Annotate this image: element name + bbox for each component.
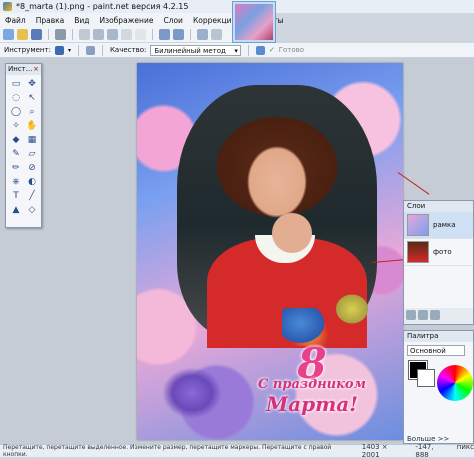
layer-thumbnail: [407, 241, 429, 263]
tools-panel: Инст... × ▭ ✥ ◌ ↖ ◯ ⌕ ✧ ✋ ◆ ▦ ✎ ▱ ✏ ⊘ ⎈ ◐…: [5, 63, 42, 228]
recolor-icon[interactable]: ◐: [26, 176, 38, 188]
shapes-icon[interactable]: ▲: [10, 204, 22, 216]
crop-icon[interactable]: [121, 29, 132, 40]
paintbrush-icon[interactable]: ✎: [10, 148, 22, 160]
separator: [190, 29, 191, 40]
quality-dropdown[interactable]: Билинейный метод: [150, 44, 241, 56]
greeting-text: 8 С праздником Марта!: [222, 343, 402, 417]
check-icon: ✓: [268, 46, 275, 54]
quality-label: Качество:: [109, 46, 147, 54]
clone-stamp-icon[interactable]: ⎈: [10, 176, 22, 188]
tools-grid: ▭ ✥ ◌ ↖ ◯ ⌕ ✧ ✋ ◆ ▦ ✎ ▱ ✏ ⊘ ⎈ ◐ T ╱ ▲ ◇: [6, 75, 41, 219]
magic-wand-icon[interactable]: ✧: [10, 120, 22, 132]
layers-panel: Слои рамка фото: [403, 200, 474, 325]
pan-icon[interactable]: ✋: [26, 120, 38, 132]
copy-icon[interactable]: [93, 29, 104, 40]
separator: [247, 44, 249, 56]
color-swatches: [407, 359, 473, 401]
separator: [48, 29, 49, 40]
eraser-icon[interactable]: ▱: [26, 148, 38, 160]
lasso-icon[interactable]: ◌: [10, 92, 22, 104]
menu-adjustments[interactable]: Коррекция: [192, 16, 237, 25]
tools-panel-title: Инст...: [8, 65, 33, 73]
layers-panel-title: Слои: [404, 201, 473, 212]
print-icon[interactable]: [55, 29, 66, 40]
app-icon: [3, 2, 12, 11]
paint-bucket-icon[interactable]: ◆: [10, 134, 22, 146]
settings-icon[interactable]: [211, 29, 222, 40]
freeform-icon[interactable]: ◇: [26, 204, 38, 216]
window-title: *8_marta (1).png - paint.net версия 4.2.…: [16, 2, 189, 11]
menu-layers[interactable]: Слои: [162, 16, 184, 25]
thumbnail-image: [235, 4, 273, 40]
layer-frame[interactable]: рамка: [404, 212, 473, 239]
rectangle-select-icon[interactable]: ▭: [10, 78, 22, 90]
chevron-down-icon[interactable]: ▾: [68, 47, 71, 54]
purple-flower: [157, 363, 227, 423]
pencil-icon[interactable]: ✏: [10, 162, 22, 174]
image-canvas[interactable]: 8 С праздником Марта!: [137, 63, 403, 440]
palette-panel-title: Палитра: [404, 331, 473, 342]
blend-mode-icon[interactable]: [255, 45, 265, 55]
text-icon[interactable]: T: [10, 190, 22, 202]
separator: [101, 44, 103, 56]
yellow-bird: [332, 291, 372, 327]
done-button[interactable]: Готово: [279, 46, 304, 54]
image-tab-thumbnail[interactable]: [232, 1, 276, 43]
delete-layer-icon[interactable]: [418, 310, 428, 320]
status-hint: Перетащите, перетащите выделенное. Измен…: [3, 444, 332, 458]
new-icon[interactable]: [3, 29, 14, 40]
greeting-line-2: Марта!: [266, 392, 358, 416]
move-selected-icon[interactable]: ✥: [26, 78, 38, 90]
menu-view[interactable]: Вид: [73, 16, 90, 25]
secondary-color-swatch[interactable]: [417, 369, 435, 387]
hand: [272, 213, 312, 253]
more-button[interactable]: Больше >>: [407, 435, 449, 443]
open-icon[interactable]: [17, 29, 28, 40]
layer-name: фото: [433, 248, 452, 256]
menu-bar: Файл Правка Вид Изображение Слои Коррекц…: [0, 13, 284, 27]
main-toolbar: [0, 27, 232, 43]
status-bar: Перетащите, перетащите выделенное. Измен…: [0, 443, 474, 459]
layer-name: рамка: [433, 221, 456, 229]
greeting-line-1: С праздником: [258, 377, 366, 392]
layers-toolbar: [404, 308, 473, 324]
line-icon[interactable]: ╱: [26, 190, 38, 202]
move-tool-icon[interactable]: [54, 45, 64, 55]
layer-photo[interactable]: фото: [404, 239, 473, 266]
separator: [72, 29, 73, 40]
separator: [77, 44, 79, 56]
gradient-icon[interactable]: ▦: [26, 134, 38, 146]
separator: [152, 29, 153, 40]
color-picker-icon[interactable]: ⊘: [26, 162, 38, 174]
duplicate-layer-icon[interactable]: [430, 310, 440, 320]
undo-icon[interactable]: [159, 29, 170, 40]
tool-label: Инструмент:: [4, 46, 51, 54]
save-icon[interactable]: [31, 29, 42, 40]
menu-edit[interactable]: Правка: [35, 16, 66, 25]
palette-panel: Палитра Основной Больше >>: [403, 330, 474, 444]
tool-options-bar: Инструмент: ▾ Качество: Билинейный метод…: [0, 43, 474, 58]
antialias-icon[interactable]: [85, 45, 95, 55]
close-icon[interactable]: ×: [33, 64, 39, 75]
paste-icon[interactable]: [107, 29, 118, 40]
color-wheel[interactable]: [437, 365, 473, 401]
redo-icon[interactable]: [173, 29, 184, 40]
cut-icon[interactable]: [79, 29, 90, 40]
layer-thumbnail: [407, 214, 429, 236]
ellipse-select-icon[interactable]: ◯: [10, 106, 22, 118]
add-layer-icon[interactable]: [406, 310, 416, 320]
move-selection-icon[interactable]: ↖: [26, 92, 38, 104]
menu-file[interactable]: Файл: [4, 16, 27, 25]
menu-image[interactable]: Изображение: [99, 16, 155, 25]
palette-mode-dropdown[interactable]: Основной: [407, 345, 465, 356]
zoom-icon[interactable]: ⌕: [26, 106, 38, 118]
tools-panel-header: Инст... ×: [6, 64, 41, 75]
deselect-icon[interactable]: [135, 29, 146, 40]
grid-icon[interactable]: [197, 29, 208, 40]
